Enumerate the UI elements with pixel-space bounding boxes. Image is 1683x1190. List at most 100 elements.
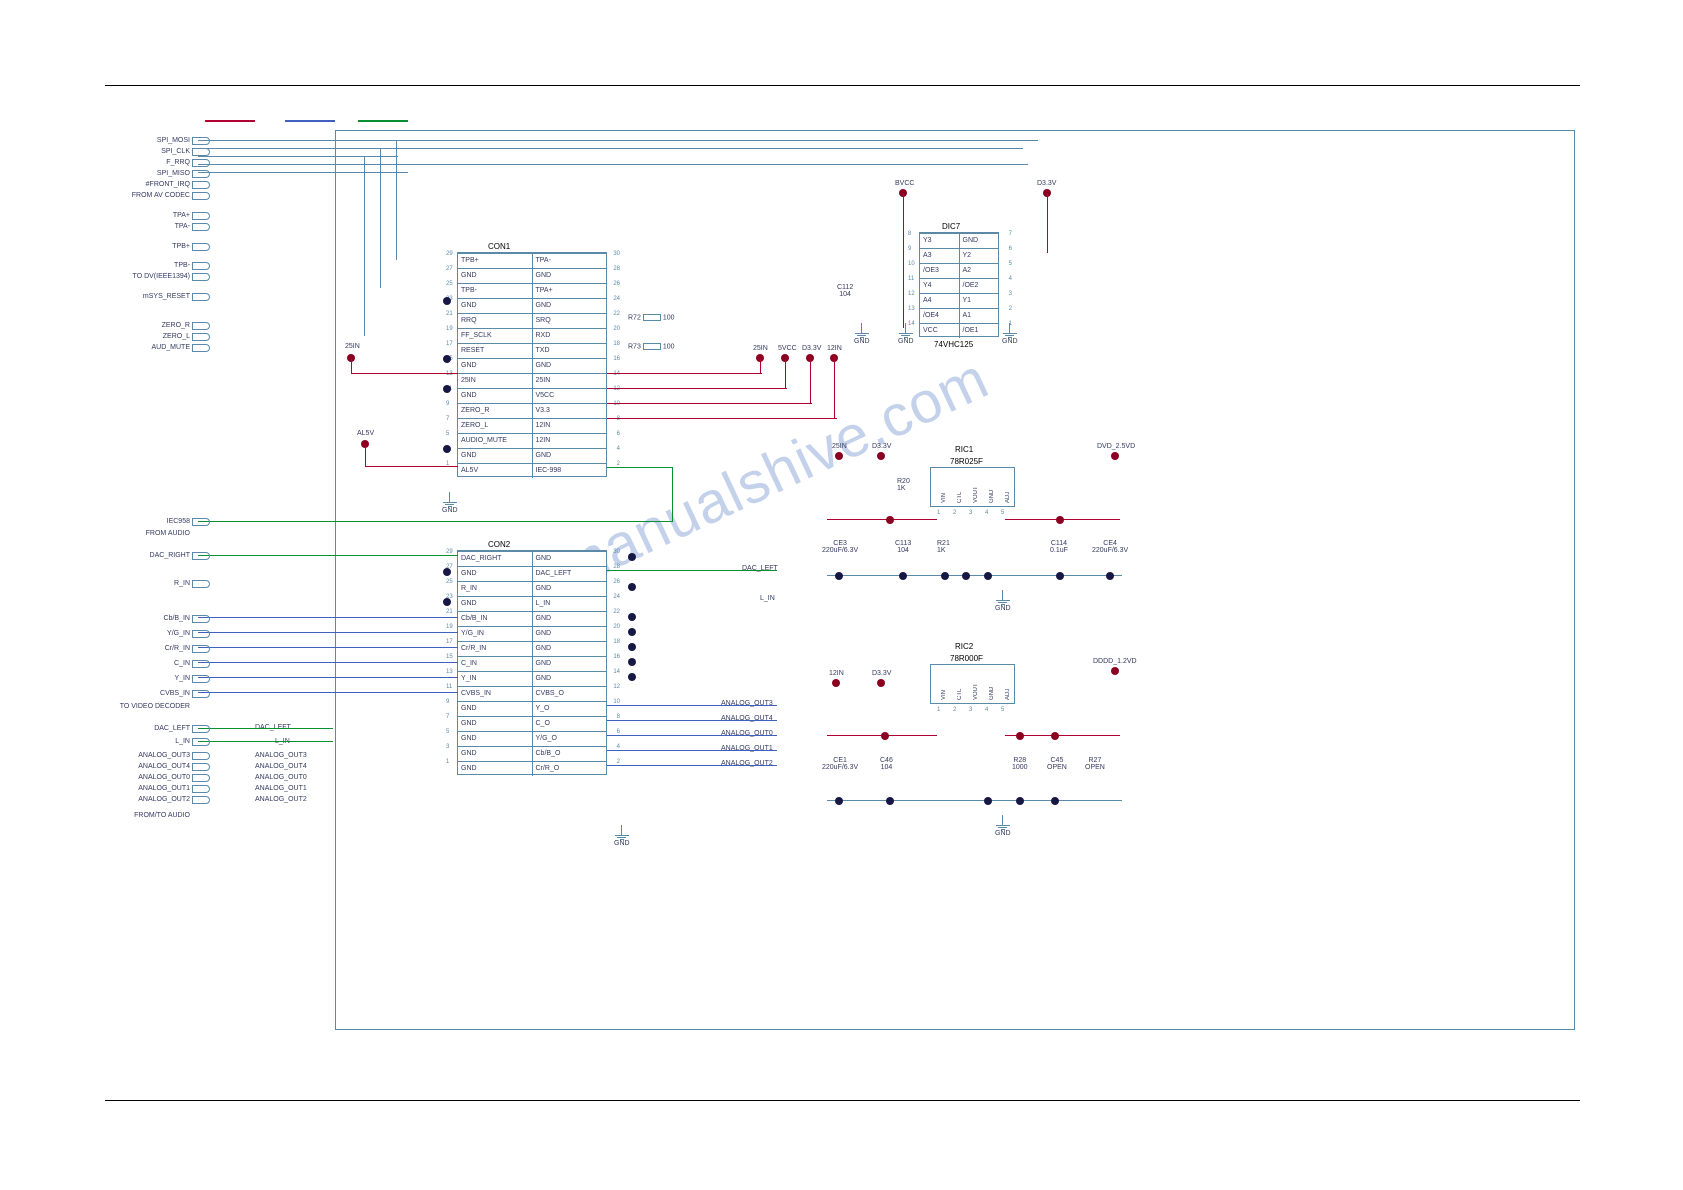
pin-number: 3 — [969, 510, 972, 516]
pin-row: /OE3A2 — [920, 263, 998, 278]
signal-port-label: #FRONT_IRQ — [110, 181, 190, 188]
pin-number: 15 — [446, 654, 453, 660]
pin-number: 2 — [953, 510, 956, 516]
dic7-part: 74VHC125 — [934, 340, 973, 349]
node — [1051, 732, 1059, 740]
signal-port — [192, 212, 210, 220]
signal-port-label: ANALOG_OUT2 — [100, 796, 190, 803]
signal-port — [192, 675, 210, 683]
pin-number: 12 — [613, 386, 620, 392]
pin-right-label: TPA- — [533, 254, 607, 268]
signal-port-label: FROM/TO AUDIO — [100, 812, 190, 819]
pin-number: 7 — [446, 714, 449, 720]
pin-row: AUDIO_MUTE12IN — [458, 433, 606, 448]
pin-right-label: 12IN — [533, 419, 607, 433]
pin-number: 5 — [1009, 261, 1012, 267]
pin-row: 25IN25IN — [458, 373, 606, 388]
pin-number: 14 — [613, 669, 620, 675]
pin-number: 3 — [969, 707, 972, 713]
con2-block: DAC_RIGHTGND2930GNDDAC_LEFT2728R_INGND25… — [457, 550, 607, 775]
wire — [198, 728, 333, 729]
pin-number: 3 — [446, 744, 449, 750]
rail-12in: 12IN — [827, 345, 842, 352]
pin-left-label: RESET — [458, 344, 533, 358]
node — [1106, 572, 1114, 580]
reg-pin-label: ADJ — [999, 470, 1017, 504]
rail-d33v-top: D3.3V — [1037, 180, 1056, 187]
r20: R20 1K — [897, 478, 910, 492]
pin-row: GNDY_O — [458, 701, 606, 716]
pin-right-label: Cr/R_O — [533, 762, 607, 776]
pin-right-label: 12IN — [533, 434, 607, 448]
signal-port — [192, 738, 210, 746]
pin-row: GNDV5CC — [458, 388, 606, 403]
ric2-12in: 12IN — [829, 670, 844, 677]
wire — [198, 617, 458, 618]
wire — [827, 800, 1122, 801]
pin-left-label: GND — [458, 762, 533, 776]
wire — [351, 373, 458, 374]
signal-port — [192, 262, 210, 270]
node — [984, 572, 992, 580]
pin-right-label: C_O — [533, 717, 607, 731]
label-al5v: AL5V — [357, 430, 374, 437]
signal-port-label: TPA- — [110, 223, 190, 230]
signal-port — [192, 344, 210, 352]
dic7-block: Y3GND87A3Y296/OE3A2105Y4/OE2114A4Y1123/O… — [919, 232, 999, 337]
wire — [607, 388, 787, 389]
pin-row: Y_INGND — [458, 671, 606, 686]
pin-right-label: Y/G_O — [533, 732, 607, 746]
pin-number: 1 — [937, 707, 940, 713]
pin-row: Cb/B_INGND — [458, 611, 606, 626]
pin-number: 21 — [446, 609, 453, 615]
node — [628, 658, 636, 666]
wire — [810, 358, 811, 404]
pin-left-label: TPB- — [458, 284, 533, 298]
wire — [672, 467, 673, 522]
schematic-page: manualshive.com CON1 TPB+TPA-2930GNDGND2… — [0, 0, 1683, 1190]
pin-number: 22 — [613, 311, 620, 317]
rail-5vcc: 5VCC — [778, 345, 797, 352]
c113: C113 104 — [895, 540, 911, 554]
pin-right-label: Y1 — [960, 294, 999, 308]
r28: R28 1000 — [1012, 757, 1028, 771]
signal-port-label: Y/G_IN — [100, 630, 190, 637]
pin-number: 9 — [446, 699, 449, 705]
pin-left-label: A4 — [920, 294, 960, 308]
node — [881, 732, 889, 740]
gnd-text: GND — [1002, 338, 1018, 345]
legend-red — [205, 120, 255, 122]
pin-row: C_INGND — [458, 656, 606, 671]
signal-port-label: TPA+ — [110, 212, 190, 219]
pin-number: 30 — [613, 251, 620, 257]
pin-left-label: GND — [458, 449, 533, 463]
signal-port-label: ANALOG_OUT4 — [100, 763, 190, 770]
pin-left-label: GND — [458, 299, 533, 313]
gnd-text: GND — [995, 605, 1011, 612]
pin-row: GNDGND — [458, 448, 606, 463]
pin-left-label: GND — [458, 702, 533, 716]
signal-port-label: mSYS_RESET — [110, 293, 190, 300]
con1-label: CON1 — [488, 242, 510, 251]
signal-port — [192, 752, 210, 760]
signal-port-label: Y_IN — [100, 675, 190, 682]
pin-right-label: SRQ — [533, 314, 607, 328]
pin-row: TPB+TPA- — [458, 253, 606, 268]
ce1: CE1 220uF/6.3V — [822, 757, 858, 771]
pin-row: DAC_RIGHTGND — [458, 551, 606, 566]
pin-right-label: /OE1 — [960, 324, 999, 338]
node — [877, 679, 885, 687]
pin-number: 17 — [446, 341, 453, 347]
signal-port-label: CVBS_IN — [100, 690, 190, 697]
rail-25in: 25IN — [753, 345, 768, 352]
pin-row: R_INGND — [458, 581, 606, 596]
signal-port — [192, 322, 210, 330]
node — [1016, 797, 1024, 805]
signal-port-label: IEC958 — [100, 518, 190, 525]
wire — [785, 358, 786, 389]
wire — [198, 164, 1028, 165]
pin-number: 18 — [613, 639, 620, 645]
pin-number: 2 — [953, 707, 956, 713]
wire — [198, 677, 458, 678]
pin-left-label: C_IN — [458, 657, 533, 671]
